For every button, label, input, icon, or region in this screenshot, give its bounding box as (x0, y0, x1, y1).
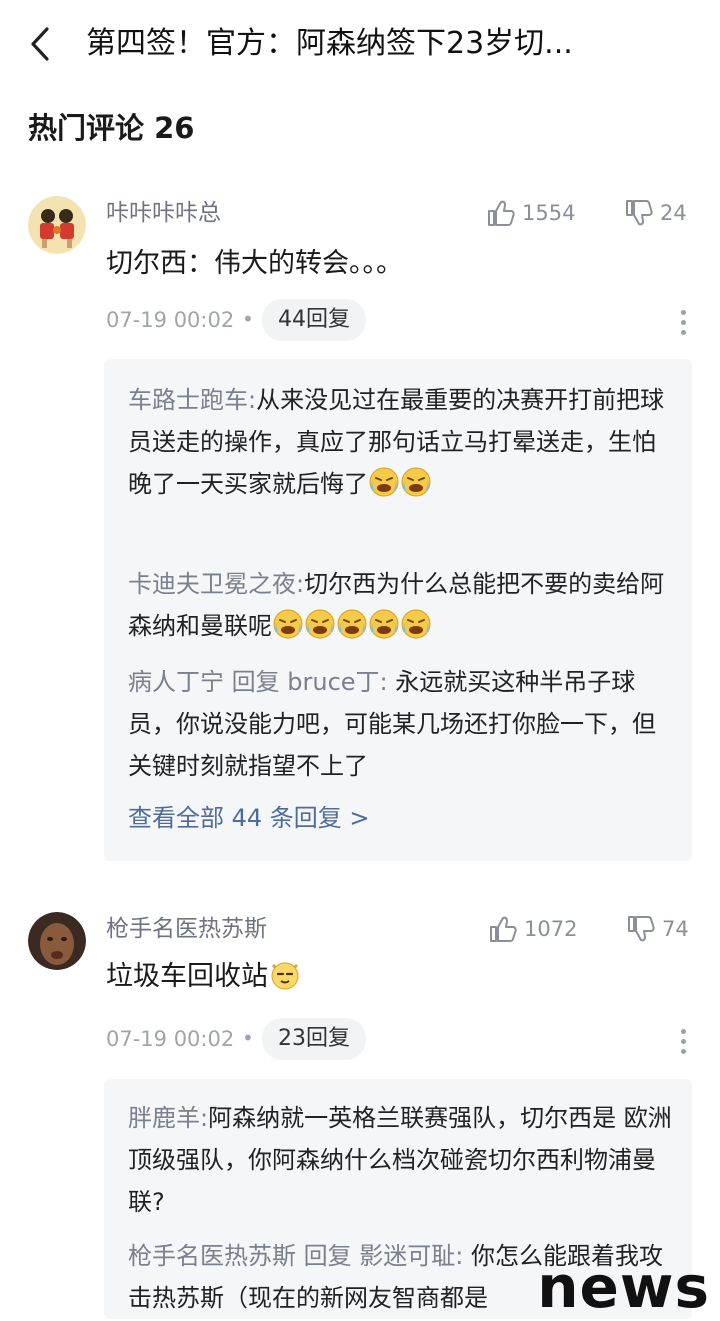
back-button[interactable] (18, 22, 62, 66)
reply-item[interactable]: 车路士跑车:从来没见过在最重要的决赛开打前把球员送走的操作，真应了那句话立马打晕… (128, 379, 676, 505)
comment-time: 07-19 00:02 (106, 1027, 235, 1051)
reply-target-username[interactable]: bruce丁: (287, 668, 387, 696)
more-vertical-icon (680, 1029, 686, 1034)
crying-laugh-emoji (400, 608, 432, 640)
dislike-count: 74 (662, 917, 689, 941)
reply-count-button[interactable]: 23回复 (262, 1018, 366, 1060)
reply-target-username[interactable]: 影迷可耻: (359, 1242, 463, 1270)
crying-laugh-emoji (272, 608, 304, 640)
comment-text: 垃圾车回收站 (106, 961, 268, 992)
comment-content: 切尔西：伟大的转会。。。 (106, 248, 403, 279)
more-options-button[interactable] (678, 310, 688, 335)
chevron-left-icon (31, 27, 49, 61)
reply-username[interactable]: 病人丁宁 (128, 668, 224, 696)
reply-item[interactable]: 胖鹿羊:阿森纳就一英格兰联赛强队，切尔西是 欧洲顶级强队，你阿森纳什么档次碰瓷切… (128, 1097, 676, 1223)
page-title: 第四签！官方：阿森纳签下23岁切... (86, 26, 573, 61)
crying-laugh-emoji (368, 466, 400, 498)
dislike-button[interactable]: 24 (624, 198, 687, 228)
reply-username[interactable]: 胖鹿羊: (128, 1104, 208, 1132)
reply-count-button[interactable]: 44回复 (262, 299, 366, 341)
avatar-image (28, 196, 86, 254)
like-button[interactable]: 1554 (486, 198, 575, 228)
view-all-replies-link[interactable]: 查看全部 44 条回复 > (128, 801, 370, 835)
like-button[interactable]: 1072 (488, 914, 577, 944)
meta-separator: • (242, 307, 254, 331)
thumbs-down-icon (626, 200, 653, 226)
smug-cat-emoji (268, 957, 300, 990)
crying-laugh-emoji (368, 608, 400, 640)
thumbs-up-icon (488, 200, 515, 226)
reply-text: 阿森纳就一英格兰联赛强队，切尔西是 欧洲顶级强队，你阿森纳什么档次碰瓷切尔西利物… (128, 1104, 672, 1216)
dislike-button[interactable]: 74 (626, 914, 689, 944)
meta-separator: • (242, 1026, 254, 1050)
dislike-count: 24 (660, 201, 687, 225)
avatar-image (28, 912, 86, 970)
reply-connector: 回复 (224, 668, 288, 696)
like-count: 1554 (522, 201, 576, 225)
crying-laugh-emoji (400, 466, 432, 498)
reply-connector: 回复 (296, 1242, 360, 1270)
comment-time: 07-19 00:02 (106, 308, 235, 332)
replies-box: 车路士跑车:从来没见过在最重要的决赛开打前把球员送走的操作，真应了那句话立马打晕… (104, 359, 692, 861)
reply-username[interactable]: 枪手名医热苏斯 (128, 1242, 296, 1270)
like-count: 1072 (524, 917, 578, 941)
comment-username[interactable]: 咔咔咔咔总 (106, 197, 221, 229)
reply-item[interactable]: 卡迪夫卫冕之夜:切尔西为什么总能把不要的卖给阿森纳和曼联呢 (128, 563, 676, 647)
reply-username[interactable]: 车路士跑车: (128, 386, 256, 414)
comment-username[interactable]: 枪手名医热苏斯 (106, 913, 267, 945)
hot-comments-title: 热门评论 26 (28, 111, 195, 145)
news-watermark: news (537, 1253, 710, 1321)
thumbs-down-icon (628, 916, 655, 942)
more-options-button[interactable] (678, 1029, 688, 1054)
more-vertical-icon (680, 310, 686, 315)
reply-item[interactable]: 病人丁宁 回复 bruce丁: 永远就买这种半吊子球员，你说没能力吧，可能某几场… (128, 661, 676, 787)
avatar[interactable] (28, 196, 86, 254)
thumbs-up-icon (490, 916, 517, 942)
comment-content: 垃圾车回收站 (106, 957, 300, 997)
crying-laugh-emoji (304, 608, 336, 640)
reply-username[interactable]: 卡迪夫卫冕之夜: (128, 570, 304, 598)
avatar[interactable] (28, 912, 86, 970)
crying-laugh-emoji (336, 608, 368, 640)
